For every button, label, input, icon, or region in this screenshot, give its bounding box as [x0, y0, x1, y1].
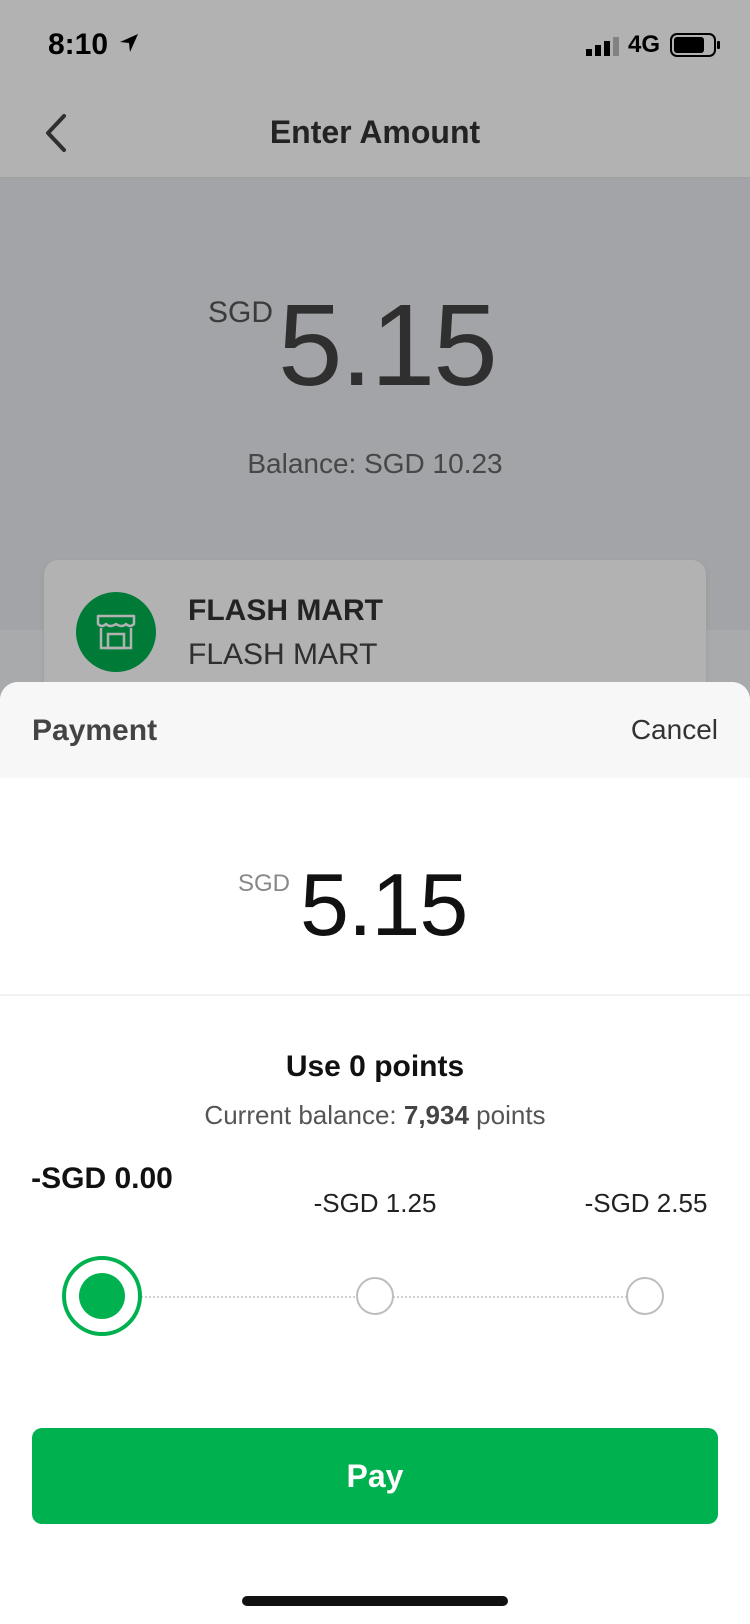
cancel-button[interactable]: Cancel	[631, 714, 718, 746]
points-balance: Current balance: 7,934 points	[0, 1100, 750, 1131]
points-option-label: -SGD 2.55	[584, 1188, 708, 1218]
payment-currency: SGD	[238, 870, 291, 897]
points-option-radio[interactable]	[626, 1277, 664, 1315]
sheet-title: Payment	[32, 714, 158, 747]
points-option-label: -SGD 1.25	[313, 1188, 437, 1218]
payment-sheet: Payment Cancel SGD 5.15 Use 0 points Cur…	[0, 682, 750, 1624]
points-option-radio-selected[interactable]	[62, 1256, 142, 1336]
sheet-header: Payment Cancel	[0, 682, 750, 778]
pay-button[interactable]: Pay	[32, 1428, 718, 1524]
points-title: Use 0 points	[285, 1050, 465, 1083]
points-balance-value: 7,934	[403, 1100, 469, 1130]
points-balance-prefix: Current balance:	[204, 1100, 404, 1130]
home-indicator	[242, 1596, 508, 1606]
points-option-radio[interactable]	[356, 1277, 394, 1315]
payment-amount: SGD 5.15	[0, 778, 750, 996]
points-option-label: -SGD 0.00	[31, 1162, 173, 1195]
points-balance-suffix: points	[468, 1100, 546, 1130]
payment-amount-value: 5.15	[300, 855, 468, 954]
